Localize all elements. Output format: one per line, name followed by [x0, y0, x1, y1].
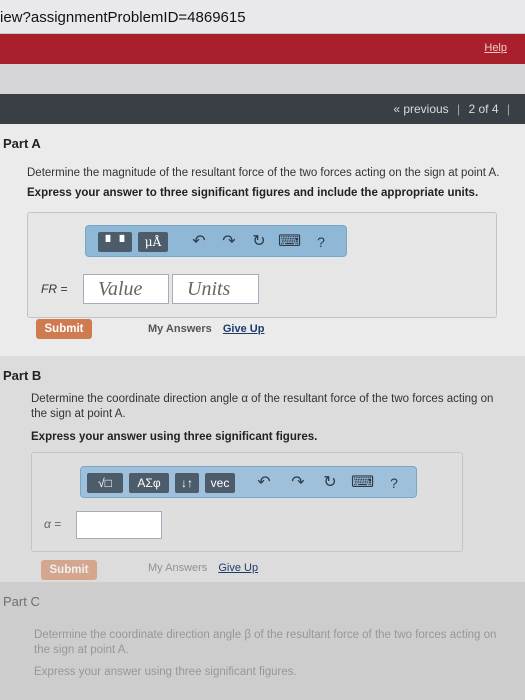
- url-text: iew?assignmentProblemID=4869615: [0, 9, 246, 26]
- part-b-title: Part B: [3, 368, 42, 383]
- part-a-question: Determine the magnitude of the resultant…: [27, 167, 500, 179]
- part-b-give-up-link[interactable]: Give Up: [218, 562, 258, 574]
- part-a-links: My Answers Give Up: [148, 323, 264, 335]
- reset-icon[interactable]: ↻: [321, 473, 339, 493]
- previous-link[interactable]: « previous: [393, 102, 448, 116]
- part-b-links: My Answers Give Up: [148, 562, 258, 574]
- alpha-input[interactable]: [76, 511, 162, 539]
- part-a-give-up-link[interactable]: Give Up: [223, 323, 265, 335]
- templates-button[interactable]: √□: [87, 473, 123, 493]
- part-c-question: Determine the coordinate direction angle…: [34, 629, 497, 656]
- part-a-math-toolbar: ▘▝ μÅ ↶ ↷ ↻ ⌨ ?: [85, 225, 347, 257]
- keyboard-icon[interactable]: ⌨: [351, 473, 374, 493]
- part-b-math-toolbar: √□ ΑΣφ ↓↑ vec ↶ ↷ ↻ ⌨ ?: [80, 466, 417, 498]
- address-bar[interactable]: iew?assignmentProblemID=4869615: [0, 0, 525, 34]
- part-b-answer-box: √□ ΑΣφ ↓↑ vec ↶ ↷ ↻ ⌨ ? α =: [31, 452, 463, 552]
- part-b-question: Determine the coordinate direction angle…: [31, 393, 494, 420]
- part-b-my-answers-link[interactable]: My Answers: [148, 562, 207, 574]
- part-a-answer-box: ▘▝ μÅ ↶ ↷ ↻ ⌨ ? FR = Value Units: [27, 212, 497, 318]
- symbols-button[interactable]: ΑΣφ: [129, 473, 169, 493]
- part-b-instruction: Express your answer using three signific…: [31, 431, 318, 443]
- part-a-section: Part A Determine the magnitude of the re…: [0, 124, 525, 356]
- units-button[interactable]: μÅ: [138, 232, 168, 252]
- undo-icon[interactable]: ↶: [190, 232, 208, 252]
- sort-button[interactable]: ↓↑: [175, 473, 199, 493]
- redo-icon[interactable]: ↷: [220, 232, 238, 252]
- part-b-section: Part B Determine the coordinate directio…: [0, 356, 525, 582]
- help-link[interactable]: Help: [484, 42, 507, 54]
- part-a-title: Part A: [3, 136, 41, 151]
- vec-button[interactable]: vec: [205, 473, 235, 493]
- reset-icon[interactable]: ↻: [250, 232, 268, 252]
- keyboard-icon[interactable]: ⌨: [278, 232, 301, 252]
- part-a-my-answers-link[interactable]: My Answers: [148, 323, 212, 335]
- help-icon[interactable]: ?: [312, 232, 330, 252]
- part-a-instruction: Express your answer to three significant…: [27, 187, 479, 199]
- problem-nav-bar: « previous | 2 of 4 |: [0, 94, 525, 124]
- help-icon[interactable]: ?: [385, 473, 403, 493]
- part-c-section: Part C Determine the coordinate directio…: [0, 582, 525, 700]
- nav-separator: |: [457, 102, 461, 116]
- templates-button[interactable]: ▘▝: [98, 232, 132, 252]
- header-bar: Help: [0, 34, 525, 64]
- part-c-title: Part C: [3, 594, 40, 609]
- part-b-submit-button[interactable]: Submit: [41, 560, 97, 580]
- nav-separator-2: |: [506, 102, 510, 116]
- part-a-field-label: FR =: [41, 282, 68, 296]
- units-input[interactable]: Units: [172, 274, 259, 304]
- redo-icon[interactable]: ↷: [289, 473, 307, 493]
- part-b-field-label: α =: [44, 517, 62, 531]
- header-spacer: [0, 64, 525, 94]
- part-a-submit-button[interactable]: Submit: [36, 319, 92, 339]
- part-c-instruction: Express your answer using three signific…: [34, 666, 297, 678]
- undo-icon[interactable]: ↶: [255, 473, 273, 493]
- value-input[interactable]: Value: [83, 274, 169, 304]
- problem-position: 2 of 4: [468, 102, 499, 116]
